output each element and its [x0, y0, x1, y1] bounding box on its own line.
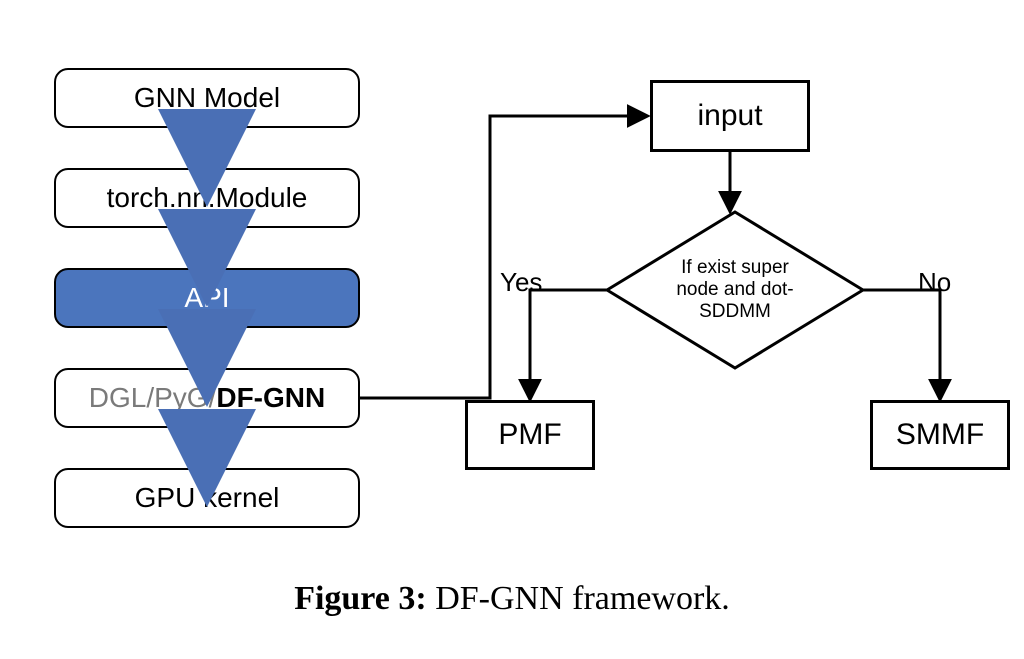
decision-line2: node and dot-	[676, 279, 793, 300]
decision-line3: SDDMM	[699, 301, 771, 322]
box-api-label: API	[184, 283, 229, 314]
box-backends-prefix: DGL/PyG/	[89, 382, 217, 413]
box-backends: DGL/PyG/DF-GNN	[54, 368, 360, 428]
box-smmf-label: SMMF	[896, 418, 984, 452]
box-pmf-label: PMF	[498, 418, 561, 452]
box-gpu-kernel: GPU kernel	[54, 468, 360, 528]
box-pmf: PMF	[465, 400, 595, 470]
box-input: input	[650, 80, 810, 152]
figure-caption: Figure 3: DF-GNN framework.	[0, 580, 1024, 618]
box-smmf: SMMF	[870, 400, 1010, 470]
diagram-stage: GNN Model torch.nn.Module API DGL/PyG/DF…	[0, 0, 1024, 659]
label-no: No	[918, 267, 951, 298]
decision-diamond: If exist super node and dot- SDDMM	[605, 210, 865, 370]
figure-caption-text: DF-GNN framework.	[427, 580, 730, 617]
label-yes: Yes	[500, 267, 542, 298]
box-torch-module: torch.nn.Module	[54, 168, 360, 228]
box-gnn-model-label: GNN Model	[134, 83, 280, 114]
box-backends-label: DGL/PyG/DF-GNN	[89, 383, 325, 414]
box-backends-emph: DF-GNN	[216, 382, 325, 413]
figure-caption-label: Figure 3:	[294, 580, 427, 617]
decision-line1: If exist super	[681, 257, 789, 278]
box-gnn-model: GNN Model	[54, 68, 360, 128]
box-gpu-kernel-label: GPU kernel	[135, 483, 280, 514]
box-api: API	[54, 268, 360, 328]
decision-text: If exist super node and dot- SDDMM	[605, 210, 865, 370]
box-input-label: input	[697, 99, 762, 133]
box-torch-module-label: torch.nn.Module	[107, 183, 308, 214]
